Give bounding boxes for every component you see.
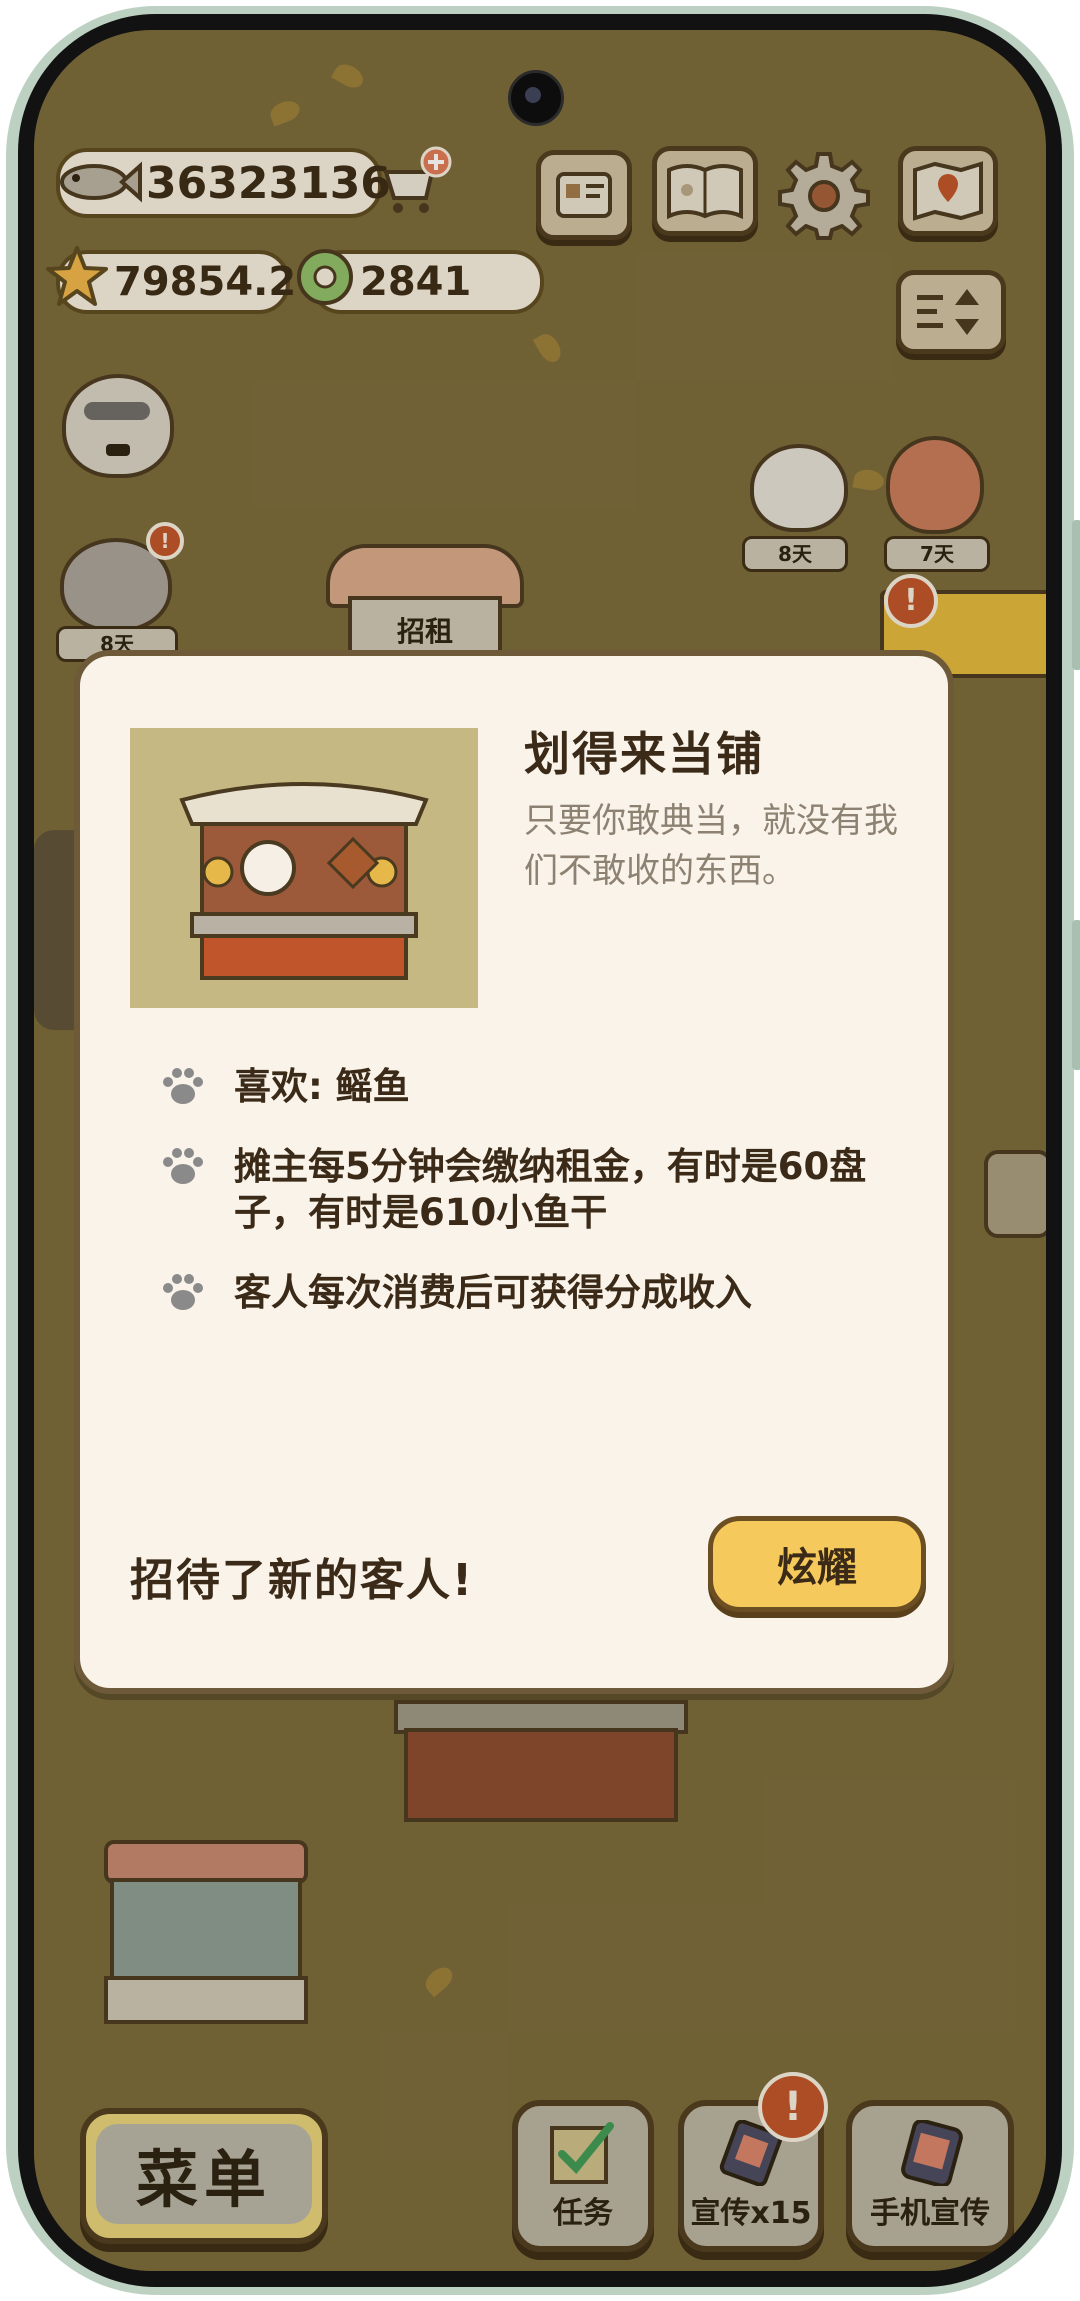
feature-text: 客人每次消费后可获得分成收入 <box>234 1271 752 1314</box>
paw-icon <box>163 1068 203 1104</box>
feature-item: 客人每次消费后可获得分成收入 <box>160 1270 880 1316</box>
game-screen: 36323136 79854.2 2841 ! 8天 8天 7天 招租 ! 菜单… <box>34 30 1046 2271</box>
power-button <box>1072 920 1080 1070</box>
feature-item: 喜欢: 鳐鱼 <box>160 1064 880 1110</box>
feature-text: 喜欢: 鳐鱼 <box>234 1065 410 1108</box>
volume-button <box>1072 520 1080 670</box>
feature-text: 摊主每5分钟会缴纳租金，有时是60盘子，有时是610小鱼干 <box>234 1145 867 1234</box>
show-off-button[interactable]: 炫耀 <box>708 1516 926 1612</box>
front-camera <box>508 70 564 126</box>
status-message: 招待了新的客人! <box>130 1555 475 1606</box>
shop-info-dialog: 划得来当铺 只要你敢典当，就没有我们不敢收的东西。 喜欢: 鳐鱼 摊主每5分钟会… <box>74 650 954 1694</box>
shop-subtitle: 只要你敢典当，就没有我们不敢收的东西。 <box>524 801 898 891</box>
paw-icon <box>163 1148 203 1184</box>
shop-title: 划得来当铺 <box>524 727 764 781</box>
paw-icon <box>163 1274 203 1310</box>
pawnshop-image <box>130 728 478 1008</box>
feature-item: 摊主每5分钟会缴纳租金，有时是60盘子，有时是610小鱼干 <box>160 1144 880 1236</box>
